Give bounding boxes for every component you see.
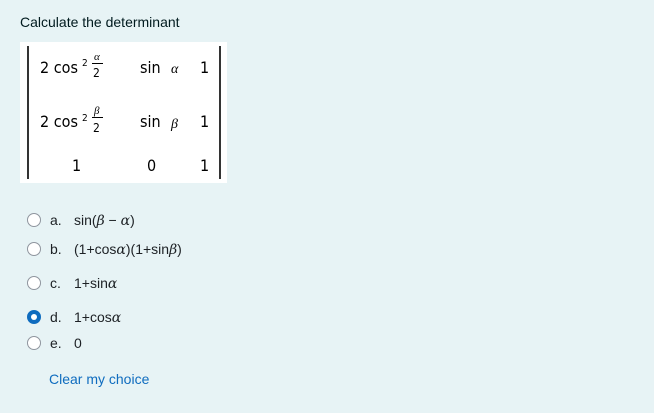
answer-text-e: 0 bbox=[74, 335, 82, 351]
matrix-cell-2-1: 2 cos bbox=[40, 112, 78, 131]
radio-d[interactable] bbox=[27, 310, 41, 324]
matrix-cell-3-2: 0 bbox=[147, 156, 156, 175]
matrix-cell-3-3: 1 bbox=[200, 156, 209, 175]
answer-letter-d: d. bbox=[50, 309, 62, 325]
answer-option-c[interactable]: c. 1+sinα bbox=[27, 273, 117, 293]
matrix-row-3: 1 0 1 bbox=[72, 156, 209, 175]
answer-option-d[interactable]: d. 1+cosα bbox=[27, 307, 121, 327]
matrix-cell-1-1: 2 cos bbox=[40, 58, 78, 77]
svg-text:β: β bbox=[93, 105, 100, 117]
matrix-row-2: 2 cos 2 β 2 sin β 1 bbox=[40, 105, 209, 135]
radio-c[interactable] bbox=[27, 276, 41, 290]
answer-letter-b: b. bbox=[50, 241, 62, 257]
answer-letter-c: c. bbox=[50, 275, 61, 291]
matrix-cell-1-3: 1 bbox=[200, 58, 209, 77]
answer-letter-a: a. bbox=[50, 212, 62, 228]
answer-letter-e: e. bbox=[50, 335, 62, 351]
answer-text-d: 1+cosα bbox=[74, 308, 122, 326]
radio-b[interactable] bbox=[27, 242, 41, 256]
determinant-image: 2 cos 2 α 2 sin α 1 2 cos 2 β 2 sin β 1 … bbox=[20, 42, 227, 183]
answer-option-a[interactable]: a. sin(β − α) bbox=[27, 210, 135, 230]
svg-text:2: 2 bbox=[82, 113, 88, 124]
svg-text:α: α bbox=[171, 62, 179, 77]
matrix-cell-2-3: 1 bbox=[200, 112, 209, 131]
matrix-row-1: 2 cos 2 α 2 sin α 1 bbox=[40, 51, 209, 80]
answer-option-b[interactable]: b. (1+cosα)(1+sinβ) bbox=[27, 239, 182, 259]
answer-text-b: (1+cosα)(1+sinβ) bbox=[74, 240, 182, 258]
determinant-matrix: 2 cos 2 α 2 sin α 1 2 cos 2 β 2 sin β 1 … bbox=[27, 46, 221, 179]
radio-e[interactable] bbox=[27, 336, 41, 350]
radio-a[interactable] bbox=[27, 213, 41, 227]
answer-text-c: 1+sinα bbox=[74, 274, 118, 292]
svg-text:2: 2 bbox=[93, 66, 100, 80]
matrix-cell-1-2: sin bbox=[140, 58, 161, 77]
clear-choice-link[interactable]: Clear my choice bbox=[49, 371, 149, 387]
svg-text:2: 2 bbox=[82, 58, 88, 69]
answer-option-e[interactable]: e. 0 bbox=[27, 333, 82, 353]
answer-text-a: sin(β − α) bbox=[74, 211, 135, 229]
question-text: Calculate the determinant bbox=[20, 14, 180, 30]
matrix-cell-3-1: 1 bbox=[72, 156, 81, 175]
matrix-cell-2-2: sin bbox=[140, 112, 161, 131]
svg-text:β: β bbox=[170, 117, 178, 132]
svg-text:α: α bbox=[94, 51, 100, 63]
svg-text:2: 2 bbox=[93, 121, 100, 135]
